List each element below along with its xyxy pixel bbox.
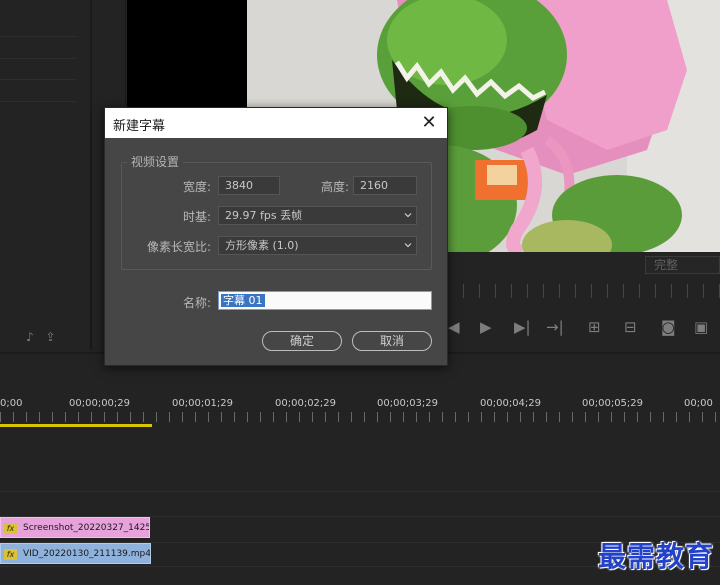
chevron-down-icon bbox=[404, 243, 412, 248]
clip-name: VID_20220130_211139.mp4 bbox=[23, 549, 151, 559]
ruler-timecode: 00;00;05;29 bbox=[582, 398, 644, 409]
fx-badge-icon: fx bbox=[4, 523, 17, 534]
timeline-clip[interactable]: fx Screenshot_20220327_14253 bbox=[0, 517, 150, 538]
viewer-time-ruler[interactable] bbox=[447, 284, 720, 298]
width-label: 宽度: bbox=[182, 180, 211, 194]
name-label: 名称: bbox=[182, 296, 211, 310]
timebase-select[interactable]: 29.97 fps 丢帧 bbox=[218, 206, 417, 225]
ruler-timecode: 00;00;04;29 bbox=[480, 398, 542, 409]
clip-name: Screenshot_20220327_14253 bbox=[23, 523, 150, 533]
panel-row bbox=[0, 36, 76, 37]
step-back-icon[interactable]: ◀ bbox=[448, 318, 460, 336]
panel-row bbox=[0, 58, 76, 59]
pixel-aspect-value: 方形像素 (1.0) bbox=[225, 239, 299, 252]
track-divider bbox=[0, 491, 720, 492]
dialog-titlebar[interactable]: 新建字幕 ✕ bbox=[105, 108, 447, 138]
extract-icon[interactable]: ⊟ bbox=[624, 318, 637, 336]
timeline-clip[interactable]: fx VID_20220130_211139.mp4 bbox=[0, 543, 151, 564]
play-icon[interactable]: ▶ bbox=[480, 318, 492, 336]
ruler-timecode: 00;00;00;29 bbox=[69, 398, 131, 409]
step-forward-icon[interactable]: ▶| bbox=[514, 318, 531, 336]
ruler-timecode: 0;00 bbox=[0, 398, 23, 409]
video-settings-label: 视频设置 bbox=[127, 153, 184, 170]
ruler-timecode: 00;00;02;29 bbox=[275, 398, 337, 409]
playback-resolution-select[interactable]: 完整 bbox=[645, 256, 720, 274]
name-input[interactable]: 字幕 01 bbox=[218, 291, 432, 310]
timeline-ruler[interactable] bbox=[0, 412, 720, 422]
export-icon[interactable]: ⇪ bbox=[46, 330, 56, 344]
chevron-down-icon bbox=[404, 213, 412, 218]
panel-tools: ♪ ⇪ bbox=[26, 330, 64, 344]
height-input[interactable]: 2160 bbox=[353, 176, 417, 195]
width-input[interactable]: 3840 bbox=[218, 176, 280, 195]
cancel-button[interactable]: 取消 bbox=[352, 331, 432, 351]
pixel-aspect-label: 像素长宽比: bbox=[146, 240, 211, 254]
camera-icon[interactable]: ◙ bbox=[661, 318, 676, 336]
new-title-dialog: 新建字幕 ✕ 视频设置 宽度: 3840 高度: 2160 时基: 29.97 … bbox=[104, 107, 448, 366]
name-value: 字幕 01 bbox=[221, 294, 265, 307]
ok-button[interactable]: 确定 bbox=[262, 331, 342, 351]
dialog-title: 新建字幕 bbox=[113, 119, 166, 134]
timebase-label: 时基: bbox=[182, 210, 211, 224]
compare-icon[interactable]: ▣ bbox=[694, 318, 708, 336]
lift-icon[interactable]: ⊞ bbox=[588, 318, 601, 336]
project-panel: ♪ ⇪ bbox=[0, 0, 92, 350]
work-area-bar[interactable] bbox=[0, 424, 152, 427]
panel-row bbox=[0, 101, 76, 102]
ruler-timecode: 00;00;03;29 bbox=[377, 398, 439, 409]
watermark-logo: 最需教育 bbox=[597, 540, 714, 573]
panel-row bbox=[0, 79, 76, 80]
go-to-out-icon[interactable]: →| bbox=[546, 318, 564, 336]
ruler-timecode: 00;00 bbox=[684, 398, 713, 409]
height-label: 高度: bbox=[320, 180, 349, 194]
close-icon[interactable]: ✕ bbox=[417, 111, 441, 135]
fx-badge-icon: fx bbox=[4, 549, 17, 560]
pixel-aspect-select[interactable]: 方形像素 (1.0) bbox=[218, 236, 417, 255]
music-note-icon[interactable]: ♪ bbox=[26, 330, 34, 344]
ruler-timecode: 00;00;01;29 bbox=[172, 398, 234, 409]
timebase-value: 29.97 fps 丢帧 bbox=[225, 209, 303, 222]
